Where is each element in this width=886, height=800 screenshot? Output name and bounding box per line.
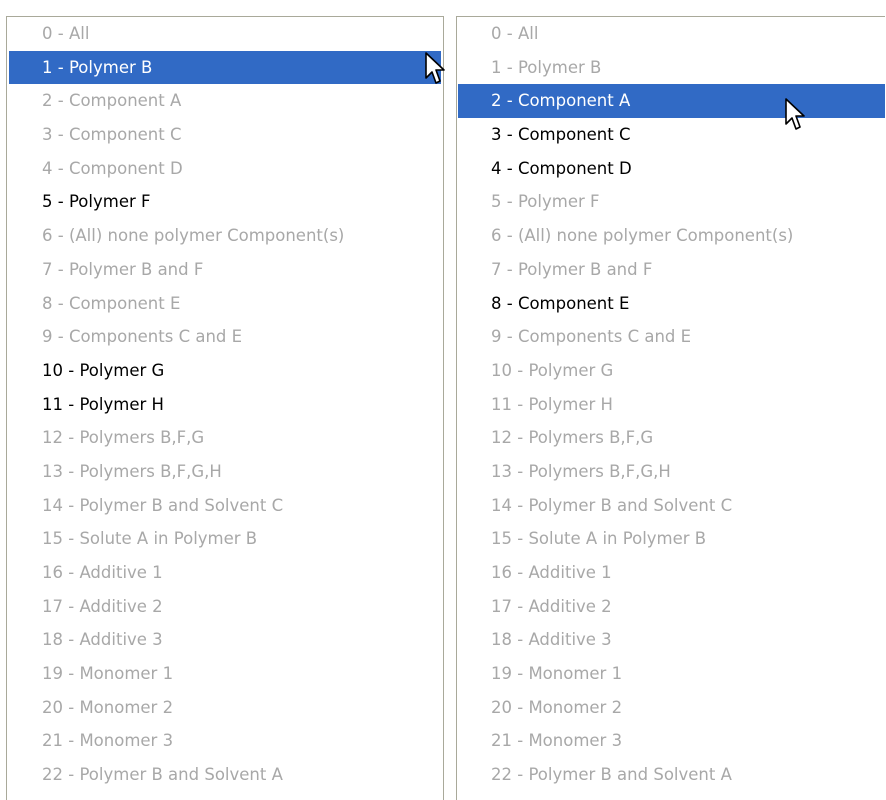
list-item[interactable]: 1 - Polymer B — [457, 51, 885, 85]
list-item[interactable]: 0 - All — [7, 17, 443, 51]
list-item[interactable]: 8 - Component E — [7, 287, 443, 321]
list-item[interactable]: 20 - Monomer 2 — [457, 691, 885, 725]
left-listbox[interactable]: 0 - All 1 - Polymer B2 - Component A3 - C… — [6, 16, 444, 800]
list-item[interactable]: 20 - Monomer 2 — [7, 691, 443, 725]
list-item[interactable]: 3 - Component C — [457, 118, 885, 152]
list-item[interactable]: 15 - Solute A in Polymer B — [457, 522, 885, 556]
list-item[interactable]: 11 - Polymer H — [7, 388, 443, 422]
list-item[interactable]: 2 - Component A — [458, 84, 885, 119]
list-item[interactable]: 14 - Polymer B and Solvent C — [457, 489, 885, 523]
list-item[interactable]: 22 - Polymer B and Solvent A — [457, 758, 885, 792]
list-item[interactable]: 0 - All — [457, 17, 885, 51]
list-item[interactable]: 19 - Monomer 1 — [7, 657, 443, 691]
list-item[interactable]: 12 - Polymers B,F,G — [457, 421, 885, 455]
list-item[interactable]: 7 - Polymer B and F — [457, 253, 885, 287]
list-item[interactable]: 4 - Component D — [457, 152, 885, 186]
list-item[interactable]: 14 - Polymer B and Solvent C — [7, 489, 443, 523]
list-item[interactable]: 18 - Additive 3 — [7, 623, 443, 657]
list-item[interactable]: 13 - Polymers B,F,G,H — [457, 455, 885, 489]
right-list-items: 0 - All 1 - Polymer B2 - Component A3 - C… — [457, 17, 885, 792]
list-item[interactable]: 5 - Polymer F — [457, 185, 885, 219]
list-item[interactable]: 6 - (All) none polymer Component(s) — [7, 219, 443, 253]
list-item[interactable]: 17 - Additive 2 — [457, 590, 885, 624]
list-item[interactable]: 4 - Component D — [7, 152, 443, 186]
list-item[interactable]: 6 - (All) none polymer Component(s) — [457, 219, 885, 253]
list-item[interactable]: 5 - Polymer F — [7, 185, 443, 219]
list-item[interactable]: 18 - Additive 3 — [457, 623, 885, 657]
screen: 0 - All 1 - Polymer B2 - Component A3 - C… — [0, 0, 886, 800]
list-item[interactable]: 19 - Monomer 1 — [457, 657, 885, 691]
list-item[interactable]: 16 - Additive 1 — [457, 556, 885, 590]
list-item[interactable]: 13 - Polymers B,F,G,H — [7, 455, 443, 489]
list-item[interactable]: 9 - Components C and E — [7, 320, 443, 354]
list-item[interactable]: 11 - Polymer H — [457, 388, 885, 422]
list-item[interactable]: 2 - Component A — [7, 84, 443, 118]
left-list-items: 0 - All 1 - Polymer B2 - Component A3 - C… — [7, 17, 443, 792]
list-item[interactable]: 7 - Polymer B and F — [7, 253, 443, 287]
list-item[interactable]: 1 - Polymer B — [9, 50, 441, 85]
list-item[interactable]: 17 - Additive 2 — [7, 590, 443, 624]
list-item[interactable]: 9 - Components C and E — [457, 320, 885, 354]
list-item[interactable]: 15 - Solute A in Polymer B — [7, 522, 443, 556]
list-item[interactable]: 21 - Monomer 3 — [7, 724, 443, 758]
list-item[interactable]: 16 - Additive 1 — [7, 556, 443, 590]
list-item[interactable]: 12 - Polymers B,F,G — [7, 421, 443, 455]
list-item[interactable]: 22 - Polymer B and Solvent A — [7, 758, 443, 792]
list-item[interactable]: 8 - Component E — [457, 287, 885, 321]
list-item[interactable]: 10 - Polymer G — [457, 354, 885, 388]
list-item[interactable]: 10 - Polymer G — [7, 354, 443, 388]
list-item[interactable]: 3 - Component C — [7, 118, 443, 152]
list-item[interactable]: 21 - Monomer 3 — [457, 724, 885, 758]
right-listbox[interactable]: 0 - All 1 - Polymer B2 - Component A3 - C… — [456, 16, 885, 800]
